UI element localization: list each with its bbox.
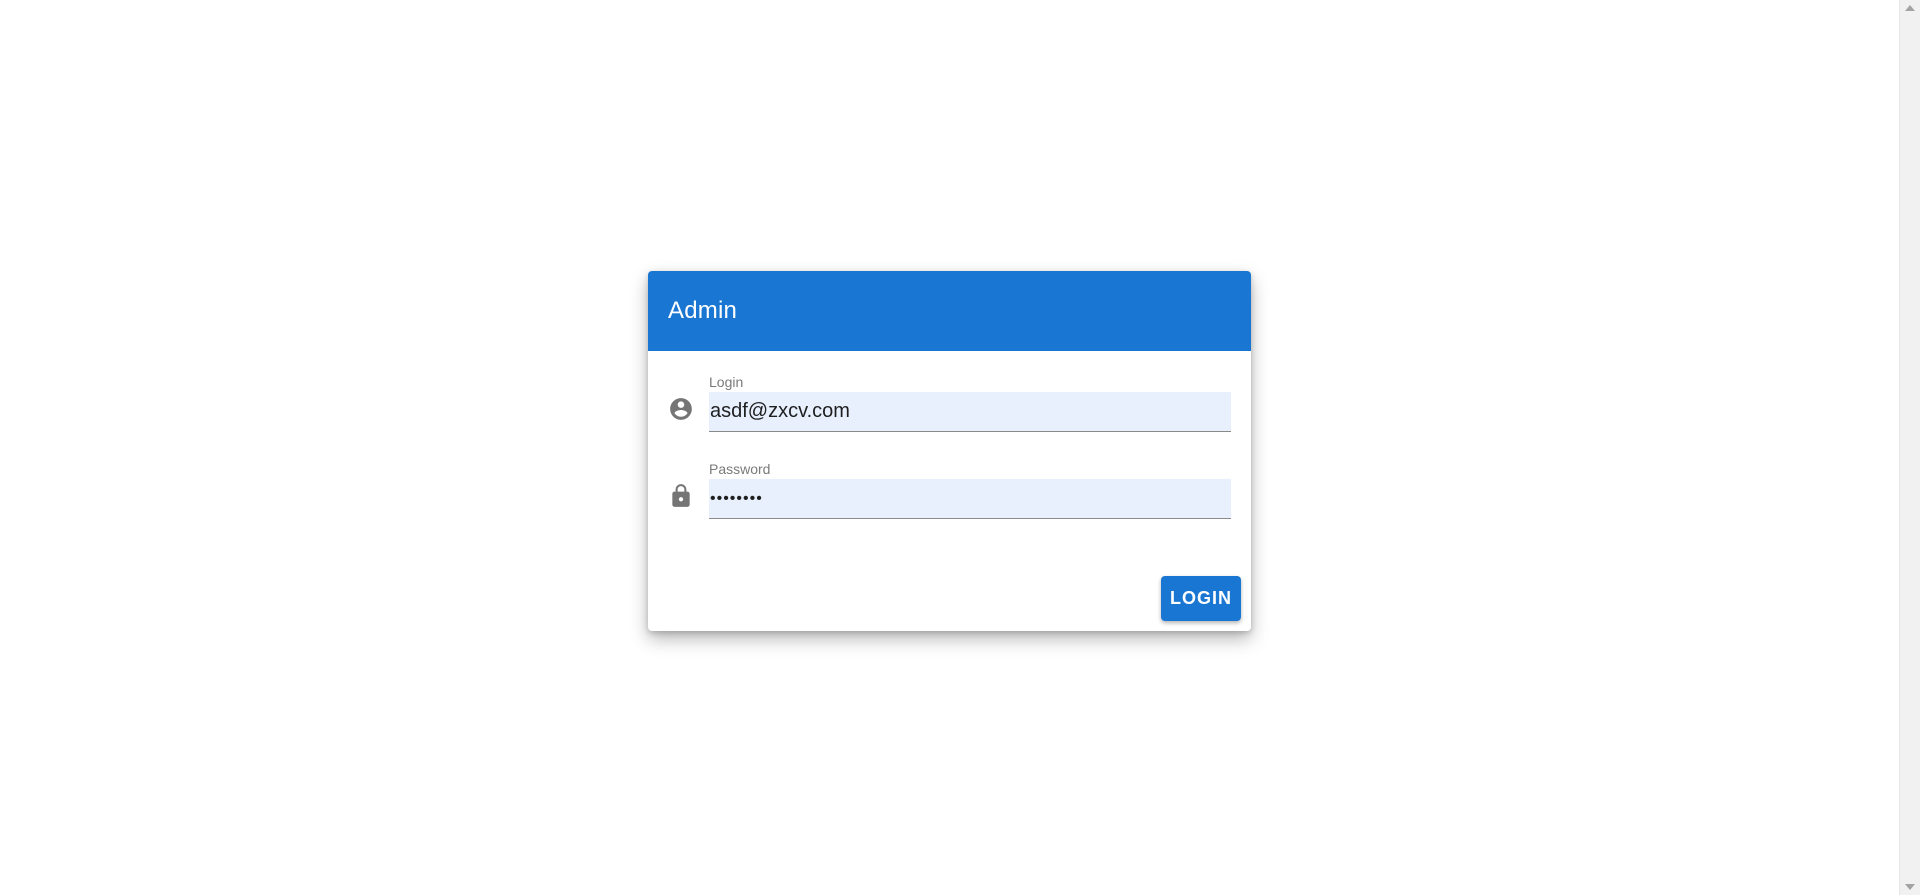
login-input[interactable]: [709, 392, 1231, 432]
account-circle-icon: [668, 396, 694, 422]
password-input[interactable]: [709, 479, 1231, 519]
lock-icon: [668, 483, 694, 509]
password-field-row: Password: [648, 461, 1251, 519]
page-viewport: Admin Login Password LOGIN: [0, 0, 1899, 895]
login-button[interactable]: LOGIN: [1161, 576, 1241, 621]
login-field-label: Login: [709, 374, 744, 390]
login-field-row: Login: [648, 374, 1251, 432]
scroll-down-icon[interactable]: [1905, 884, 1915, 890]
password-field-label: Password: [709, 461, 771, 477]
scroll-up-icon[interactable]: [1905, 5, 1915, 11]
vertical-scrollbar[interactable]: [1899, 0, 1920, 895]
card-header: Admin: [648, 271, 1251, 351]
card-title: Admin: [668, 297, 738, 324]
login-card: Admin Login Password LOGIN: [648, 271, 1251, 631]
